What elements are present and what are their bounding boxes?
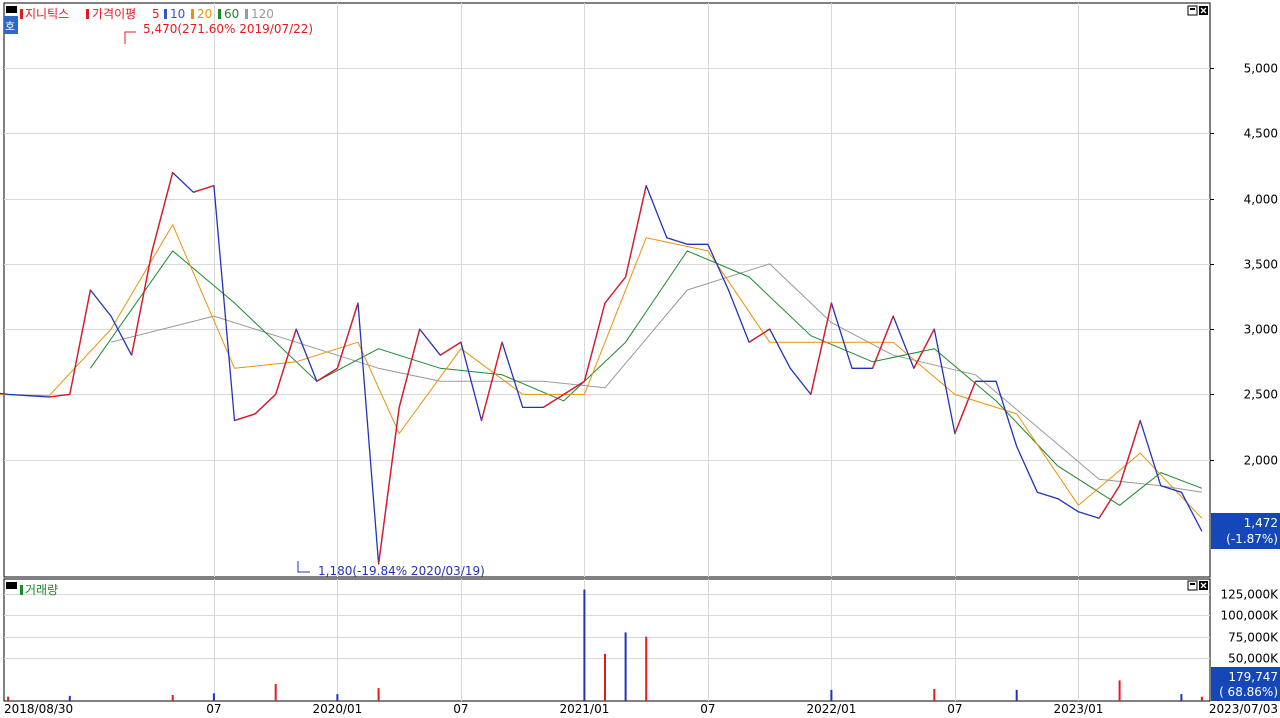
volume-bar bbox=[933, 689, 936, 701]
side-tab-label: 호 bbox=[5, 20, 15, 33]
volume-bar bbox=[1200, 696, 1203, 701]
date-tick-label: 07 bbox=[700, 702, 715, 716]
volume-bar bbox=[583, 589, 586, 701]
volume-tick-label: 125,000K bbox=[1221, 588, 1280, 602]
date-axis: 2018/08/30 07 2020/01 07 2021/01 07 2022/01 07 2… bbox=[4, 702, 1278, 716]
legend-ma10: 10 bbox=[170, 7, 185, 21]
date-tick-label: 2022/01 bbox=[806, 702, 856, 716]
last-price: 1,472 bbox=[1244, 516, 1278, 530]
last-price-badge: 1,472 (-1.87%) bbox=[1211, 513, 1280, 549]
legend-marker-ma60 bbox=[218, 9, 221, 19]
last-volume: 179,747 bbox=[1228, 670, 1278, 684]
volume-bar bbox=[645, 636, 648, 701]
legend-ma60: 60 bbox=[224, 7, 239, 21]
date-tick-label: 2018/08/30 bbox=[4, 702, 73, 716]
volume-title: 거래량 bbox=[25, 583, 58, 597]
legend-ma20: 20 bbox=[197, 7, 212, 21]
date-tick-label: 2023/01 bbox=[1054, 702, 1104, 716]
price-panel-frame bbox=[3, 2, 1211, 578]
volume-bar bbox=[604, 653, 606, 701]
date-tick-label: 07 bbox=[453, 702, 468, 716]
legend-marker-title bbox=[20, 9, 23, 19]
date-tick-label: 07 bbox=[206, 702, 221, 716]
volume-bar bbox=[1015, 689, 1018, 701]
price-tick-label: 2,000 bbox=[1244, 454, 1278, 468]
price-tick-label: 4,000 bbox=[1244, 193, 1278, 207]
date-tick-label: 2023/07/03 bbox=[1209, 702, 1278, 716]
stock-chart: 2,000 2,500 3,000 3,500 4,000 4,500 5,000 50,0… bbox=[0, 0, 1280, 718]
volume-bar bbox=[1118, 680, 1121, 701]
last-volume-badge: 179,747 ( 68.86%) bbox=[1211, 667, 1280, 701]
volume-menu-icon[interactable] bbox=[6, 582, 17, 589]
volume-tick-label: 50,000K bbox=[1228, 652, 1279, 666]
volume-tick-label: 100,000K bbox=[1221, 609, 1280, 623]
indicator-name: 가격이평 bbox=[92, 7, 136, 21]
volume-bar bbox=[68, 695, 71, 701]
volume-bar bbox=[212, 693, 215, 701]
panel-menu-icon[interactable] bbox=[6, 6, 17, 13]
maximize-icon-bar bbox=[1190, 8, 1195, 10]
legend-marker-ma bbox=[86, 9, 89, 19]
volume-bar bbox=[377, 688, 380, 701]
volume-tick-label: 75,000K bbox=[1228, 631, 1279, 645]
maximize-icon[interactable] bbox=[1187, 580, 1198, 591]
last-change: (-1.87%) bbox=[1226, 532, 1278, 546]
low-annotation: 1,180(-19.84% 2020/03/19) bbox=[297, 561, 485, 578]
volume-bar bbox=[336, 694, 339, 701]
price-tick-label: 3,000 bbox=[1244, 323, 1278, 337]
volume-legend-marker bbox=[20, 585, 23, 595]
price-tick-label: 4,500 bbox=[1244, 127, 1278, 141]
price-tick-label: 3,500 bbox=[1244, 258, 1278, 272]
volume-bar bbox=[171, 695, 174, 701]
date-tick-label: 07 bbox=[947, 702, 962, 716]
price-tick-label: 2,500 bbox=[1244, 388, 1278, 402]
low-annotation-text: 1,180(-19.84% 2020/03/19) bbox=[318, 564, 485, 578]
stock-name: 지니틱스 bbox=[25, 7, 69, 21]
volume-panel-frame bbox=[3, 578, 1211, 702]
last-volume-pct: ( 68.86%) bbox=[1219, 685, 1278, 699]
legend-marker-ma10 bbox=[164, 9, 167, 19]
date-tick-label: 2021/01 bbox=[559, 702, 609, 716]
volume-bar bbox=[1180, 694, 1183, 701]
legend-ma5: 5 bbox=[152, 7, 160, 21]
high-annotation-text: 5,470(271.60% 2019/07/22) bbox=[143, 22, 313, 36]
maximize-icon[interactable] bbox=[1187, 5, 1198, 16]
date-tick-label: 2020/01 bbox=[312, 702, 362, 716]
legend-marker-ma120 bbox=[245, 9, 248, 19]
price-tick-label: 5,000 bbox=[1244, 62, 1278, 76]
legend-marker-ma20 bbox=[191, 9, 194, 19]
volume-bar bbox=[624, 632, 627, 701]
legend-ma120: 120 bbox=[251, 7, 274, 21]
volume-bar bbox=[274, 683, 277, 701]
maximize-icon-bar bbox=[1190, 583, 1195, 585]
volume-bar bbox=[7, 696, 10, 701]
volume-bar bbox=[830, 689, 833, 701]
